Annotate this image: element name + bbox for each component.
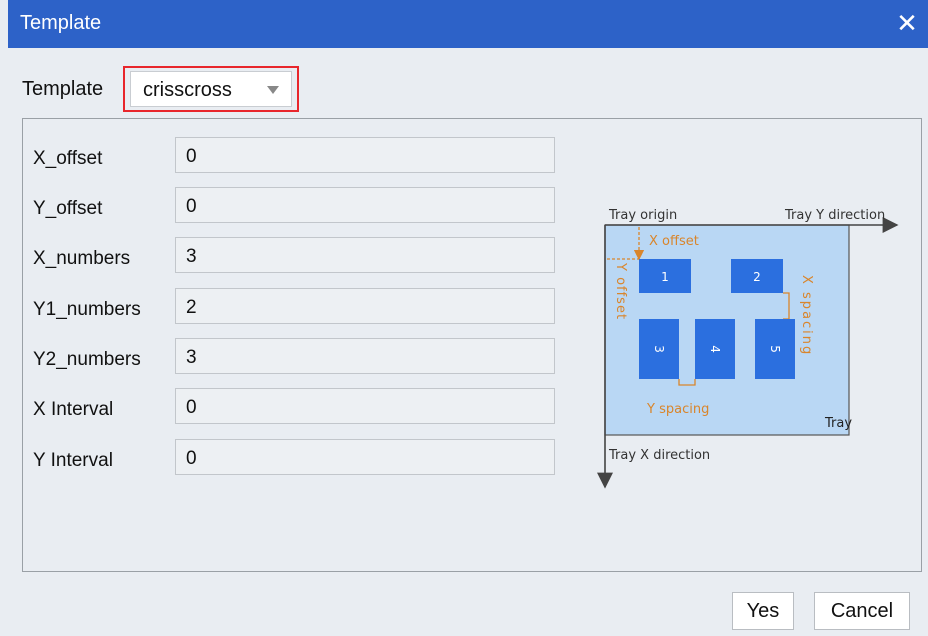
tray-y-direction-label: Tray Y direction — [784, 208, 885, 223]
x-offset-field[interactable]: 0 — [175, 137, 555, 173]
y2-numbers-field[interactable]: 3 — [175, 338, 555, 374]
x-interval-field[interactable]: 0 — [175, 388, 555, 424]
close-icon[interactable]: ✕ — [892, 8, 922, 38]
slot-5-label: 5 — [768, 345, 782, 353]
cancel-button[interactable]: Cancel — [814, 592, 910, 630]
template-selected-value: crisscross — [143, 79, 232, 101]
x-numbers-label: X_numbers — [33, 248, 131, 269]
chevron-down-icon — [267, 86, 279, 94]
y-offset-label: Y offset — [613, 262, 628, 320]
template-label: Template — [22, 78, 104, 100]
tray-origin-label: Tray origin — [608, 208, 677, 223]
title-bar: Template ✕ — [8, 0, 928, 48]
slot-4-label: 4 — [708, 345, 722, 353]
x-interval-label: X Interval — [33, 399, 114, 420]
y1-numbers-field[interactable]: 2 — [175, 288, 555, 324]
parameters-panel: X_offset 0 Y_offset 0 X_numbers 3 Y1_num… — [22, 118, 922, 572]
y-offset-field[interactable]: 0 — [175, 187, 555, 223]
tray-x-direction-label: Tray X direction — [608, 448, 710, 463]
tray-label: Tray — [824, 416, 852, 431]
x-spacing-label: X spacing — [799, 275, 814, 356]
slot-1-label: 1 — [661, 270, 669, 284]
y-interval-label: Y Interval — [33, 450, 113, 471]
slot-3-label: 3 — [652, 345, 666, 353]
y-spacing-label: Y spacing — [646, 402, 709, 417]
slot-2-label: 2 — [753, 270, 761, 284]
x-offset-label: X offset — [649, 234, 699, 249]
y-interval-field[interactable]: 0 — [175, 439, 555, 475]
template-dropdown[interactable]: crisscross — [130, 71, 292, 107]
y1-numbers-label: Y1_numbers — [33, 299, 141, 320]
tray-diagram: Tray origin Tray Y direction Tray X dire… — [597, 208, 899, 489]
window-title: Template — [20, 12, 102, 34]
y-offset-label: Y_offset — [33, 198, 103, 219]
y2-numbers-label: Y2_numbers — [33, 349, 141, 370]
x-numbers-field[interactable]: 3 — [175, 237, 555, 273]
x-offset-label: X_offset — [33, 148, 103, 169]
template-dialog: Template crisscross X_offset 0 Y_offset … — [8, 48, 928, 636]
yes-button[interactable]: Yes — [732, 592, 794, 630]
